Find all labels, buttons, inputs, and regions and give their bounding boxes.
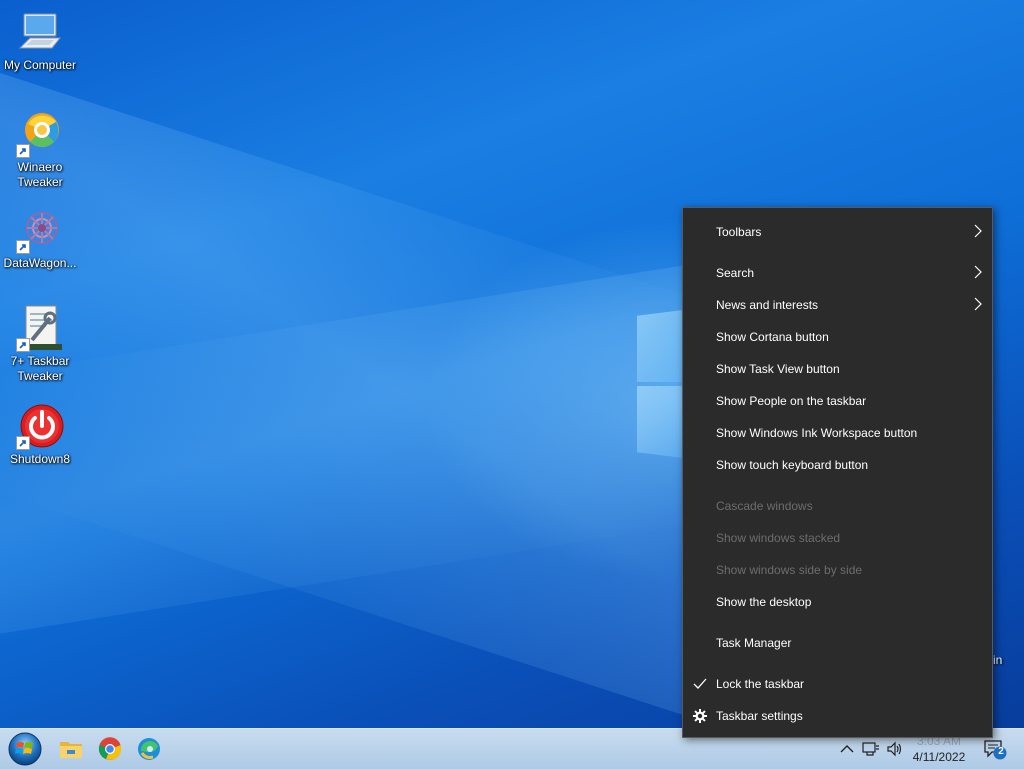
menu-item-label: Show windows side by side — [716, 563, 863, 577]
menu-item-show-people[interactable]: Show People on the taskbar — [683, 387, 992, 415]
menu-item-show-cortana-button[interactable]: Show Cortana button — [683, 323, 992, 351]
desktop-icon-winaero-tweaker[interactable]: Winaero Tweaker — [0, 110, 80, 190]
menu-item-taskbar-settings[interactable]: Taskbar settings — [683, 702, 992, 730]
computer-icon — [16, 8, 64, 56]
desktop-icon-shutdown8[interactable]: Shutdown8 — [0, 402, 80, 467]
menu-item-show-the-desktop[interactable]: Show the desktop — [683, 588, 992, 616]
wallpaper-light-beam — [0, 256, 740, 640]
power-icon — [16, 402, 64, 450]
menu-item-label: Lock the taskbar — [716, 677, 805, 691]
menu-item-label: Toolbars — [716, 225, 762, 239]
menu-item-label: Show Task View button — [716, 362, 840, 376]
menu-item-cascade-windows: Cascade windows — [683, 492, 992, 520]
edge-icon[interactable] — [133, 733, 165, 765]
gear-icon — [693, 709, 707, 723]
menu-item-label: Cascade windows — [716, 499, 813, 513]
menu-item-label: Task Manager — [716, 636, 792, 650]
menu-item-toolbars[interactable]: Toolbars — [683, 218, 992, 246]
menu-item-label: Show People on the taskbar — [716, 394, 867, 408]
desktop-icon-label: Winaero Tweaker — [17, 160, 63, 189]
menu-item-show-windows-side-by-side: Show windows side by side — [683, 556, 992, 584]
chevron-right-icon — [974, 224, 982, 241]
desktop-icon-label: My Computer — [3, 58, 77, 72]
datawagon-icon — [16, 206, 64, 254]
menu-item-show-windows-stacked: Show windows stacked — [683, 524, 992, 552]
desktop-icon-label: DataWagon... — [3, 256, 77, 270]
notification-badge: 2 — [998, 746, 1004, 757]
shortcut-arrow-icon — [16, 436, 30, 450]
taskbar-tweaker-icon — [16, 304, 64, 352]
desktop-icon-my-computer[interactable]: My Computer — [0, 8, 80, 73]
clock-date: 4/11/2022 — [912, 750, 966, 764]
winaero-tweaker-icon — [16, 110, 64, 158]
checkmark-icon — [693, 677, 707, 691]
desktop-icon-label-partial: in — [993, 653, 1003, 667]
menu-item-show-ink-workspace[interactable]: Show Windows Ink Workspace button — [683, 419, 992, 447]
taskbar-context-menu: Toolbars Search News and interests Show … — [682, 207, 993, 738]
file-explorer-icon[interactable] — [55, 733, 87, 765]
desktop-icon-label: Shutdown8 — [9, 452, 71, 466]
shortcut-arrow-icon — [16, 240, 30, 254]
menu-item-label: News and interests — [716, 298, 819, 312]
menu-item-lock-the-taskbar[interactable]: Lock the taskbar — [683, 670, 992, 698]
desktop-icon-taskbar-tweaker[interactable]: 7+ Taskbar Tweaker — [0, 304, 80, 384]
menu-item-label: Show Windows Ink Workspace button — [716, 426, 918, 440]
desktop-icon-datawagon[interactable]: DataWagon... — [0, 206, 80, 271]
menu-item-task-manager[interactable]: Task Manager — [683, 629, 992, 657]
menu-item-label: Show touch keyboard button — [716, 458, 869, 472]
chevron-right-icon — [974, 297, 982, 314]
menu-item-search[interactable]: Search — [683, 259, 992, 287]
chevron-right-icon — [974, 265, 982, 282]
wallpaper-logo-pane — [637, 386, 683, 458]
menu-item-label: Search — [716, 266, 755, 280]
start-orb-icon[interactable] — [7, 732, 43, 766]
shortcut-arrow-icon — [16, 338, 30, 352]
menu-item-news-and-interests[interactable]: News and interests — [683, 291, 992, 319]
menu-item-label: Show the desktop — [716, 595, 812, 609]
desktop-icon-label: 7+ Taskbar Tweaker — [10, 354, 70, 383]
chrome-icon[interactable] — [94, 733, 126, 765]
menu-item-show-task-view-button[interactable]: Show Task View button — [683, 355, 992, 383]
menu-item-show-touch-keyboard[interactable]: Show touch keyboard button — [683, 451, 992, 479]
menu-item-label: Show Cortana button — [716, 330, 829, 344]
wallpaper-logo-pane — [637, 310, 683, 382]
menu-item-label: Taskbar settings — [716, 709, 803, 723]
shortcut-arrow-icon — [16, 144, 30, 158]
menu-item-label: Show windows stacked — [716, 531, 841, 545]
